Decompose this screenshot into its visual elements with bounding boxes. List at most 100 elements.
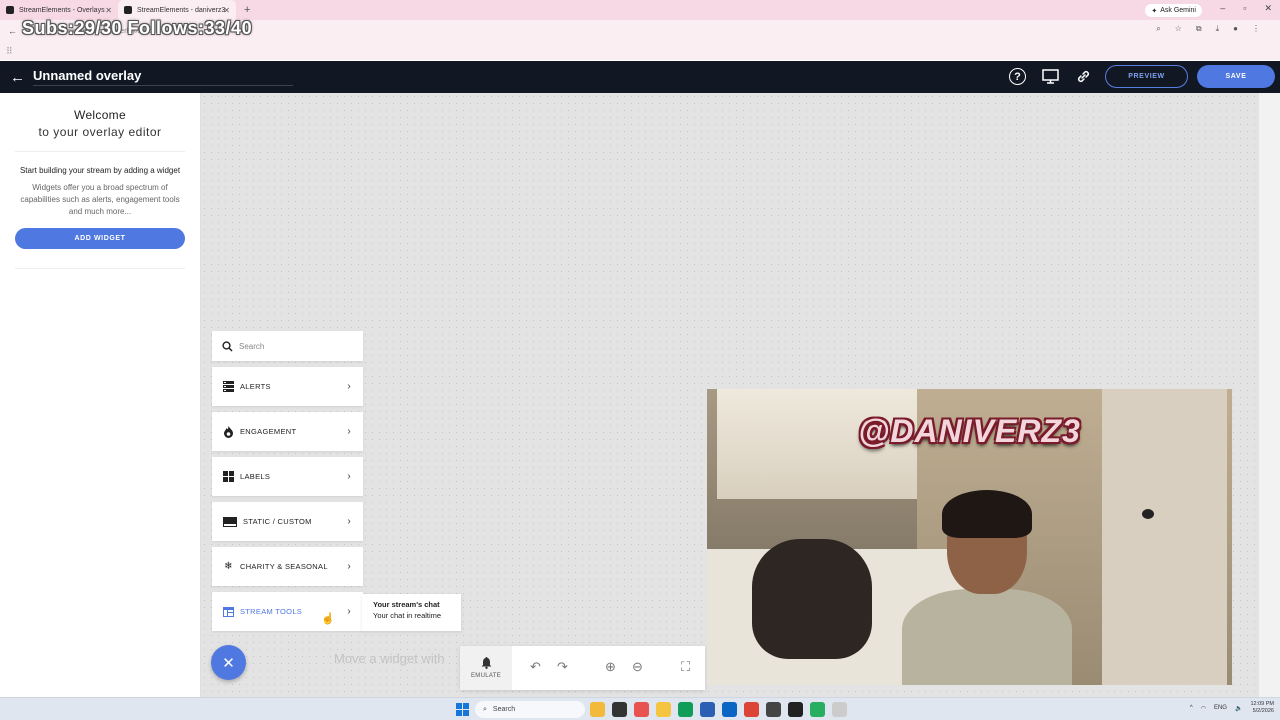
chevron-right-icon: ›: [347, 606, 351, 617]
divider: [15, 268, 185, 269]
zoom-out-icon[interactable]: ⊖: [632, 659, 643, 675]
chevron-right-icon: ›: [347, 561, 351, 572]
hand-cursor-icon: ☝: [321, 613, 335, 625]
redo-icon[interactable]: ↷: [557, 659, 568, 675]
flame-icon: [223, 425, 234, 438]
snowflake-icon: ❄: [224, 561, 233, 572]
tab-title: StreamElements - Overlays: [19, 6, 105, 14]
taskbar-search-label: Search: [492, 706, 516, 713]
profile-icon[interactable]: ●: [1233, 24, 1238, 34]
new-tab-button[interactable]: +: [244, 4, 250, 16]
menu-item-label: ENGAGEMENT: [240, 427, 297, 436]
close-tab-icon[interactable]: ✕: [105, 6, 112, 15]
app-icon[interactable]: [612, 702, 627, 717]
editor-header: ← Unnamed overlay ? PREVIEW SAVE: [0, 61, 1280, 93]
webcam-streamer: [892, 490, 1082, 685]
streamer-name-overlay: @DANIVERZ3: [858, 413, 1081, 449]
app-icon[interactable]: [832, 702, 847, 717]
chevron-right-icon: ›: [347, 381, 351, 392]
stream-tools-icon: [223, 606, 234, 617]
stream-chat-tooltip[interactable]: Your stream's chat Your chat in realtime: [362, 594, 461, 631]
emulate-label: EMULATE: [471, 673, 501, 679]
edge-icon[interactable]: [678, 702, 693, 717]
menu-item-label: LABELS: [240, 472, 271, 481]
apps-grid-icon[interactable]: ⠿: [6, 46, 13, 57]
resolution-monitor-icon[interactable]: [1042, 68, 1059, 85]
windows-start-icon[interactable]: [456, 703, 469, 716]
volume-icon[interactable]: 🔈: [1235, 705, 1242, 712]
menu-item-stream-tools[interactable]: STREAM TOOLS ›: [212, 592, 363, 631]
app-icon[interactable]: [590, 702, 605, 717]
taskbar-search[interactable]: ⌕ Search: [475, 701, 585, 718]
window-controls: – ▫ ✕: [1220, 3, 1272, 14]
static-icon: [223, 516, 237, 527]
language-indicator[interactable]: ENG: [1214, 705, 1227, 711]
help-icon[interactable]: ?: [1009, 68, 1026, 85]
minimize-icon[interactable]: –: [1220, 3, 1225, 14]
welcome-heading: Welcome: [74, 108, 126, 122]
menu-item-label: STREAM TOOLS: [240, 607, 303, 616]
start-building-text: Start building your stream by adding a w…: [19, 166, 181, 175]
browser-tab[interactable]: StreamElements - Overlays ✕: [0, 0, 118, 20]
address-bar-icons: ⌕ ☆ ⧉ ⤓ ● ⋮: [1156, 24, 1260, 34]
system-clock[interactable]: 12:09 PM 5/2/2026: [1250, 701, 1274, 715]
taskbar-apps: [590, 702, 847, 717]
chrome-icon[interactable]: [744, 702, 759, 717]
file-explorer-icon[interactable]: [656, 702, 671, 717]
streamelements-favicon: [124, 6, 132, 14]
back-nav-icon[interactable]: ←: [8, 26, 17, 36]
divider: [15, 151, 185, 152]
tab-title: StreamElements - daniverz3: [137, 6, 226, 14]
system-tray: ^ ◠ ENG 🔈 12:09 PM 5/2/2026: [1190, 701, 1274, 715]
canvas-scrollbar[interactable]: [1259, 93, 1280, 697]
menu-item-engagement[interactable]: ENGAGEMENT ›: [212, 412, 363, 451]
clock-time: 12:09 PM: [1250, 701, 1274, 707]
zoom-icon[interactable]: ⌕: [1156, 24, 1160, 34]
download-icon[interactable]: ⤓: [1216, 24, 1220, 34]
emulate-button[interactable]: EMULATE: [460, 646, 512, 690]
streamer-body: [902, 589, 1072, 685]
ask-gemini-button[interactable]: ✦ Ask Gemini: [1145, 4, 1202, 17]
weather-widget[interactable]: [14, 701, 64, 717]
menu-item-static-custom[interactable]: STATIC / CUSTOM ›: [212, 502, 363, 541]
close-widget-menu-button[interactable]: ✕: [211, 645, 246, 680]
save-button[interactable]: SAVE: [1197, 65, 1275, 88]
browser-tab-active[interactable]: StreamElements - daniverz3 ✕: [118, 0, 236, 20]
left-panel: Welcome to your overlay editor Start bui…: [0, 93, 201, 697]
app-icon[interactable]: [766, 702, 781, 717]
gemini-label: Ask Gemini: [1160, 7, 1196, 14]
bookmark-star-icon[interactable]: ☆: [1175, 24, 1182, 34]
streamer-hair: [942, 490, 1032, 538]
add-widget-button[interactable]: ADD WIDGET: [15, 228, 185, 249]
clock-date: 5/2/2026: [1252, 708, 1274, 714]
bell-icon: [481, 657, 491, 669]
menu-item-charity-seasonal[interactable]: ❄ CHARITY & SEASONAL ›: [212, 547, 363, 586]
outlook-icon[interactable]: [722, 702, 737, 717]
zoom-in-icon[interactable]: ⊕: [605, 659, 616, 675]
menu-item-labels[interactable]: LABELS ›: [212, 457, 363, 496]
app-icon[interactable]: [700, 702, 715, 717]
widget-search-input[interactable]: Search: [212, 331, 363, 361]
tooltip-title: Your stream's chat: [373, 600, 440, 609]
extensions-icon[interactable]: ⧉: [1196, 24, 1202, 34]
overlay-title[interactable]: Unnamed overlay: [33, 68, 293, 86]
app-icon[interactable]: [810, 702, 825, 717]
maximize-icon[interactable]: ▫: [1243, 3, 1246, 14]
app-icon[interactable]: [788, 702, 803, 717]
chevron-right-icon: ›: [347, 471, 351, 482]
bookmarks-bar: ⠿: [0, 42, 1280, 60]
link-icon[interactable]: [1075, 68, 1092, 85]
menu-item-label: CHARITY & SEASONAL: [240, 562, 328, 571]
app-icon[interactable]: [634, 702, 649, 717]
preview-button[interactable]: PREVIEW: [1105, 65, 1188, 88]
close-tab-icon[interactable]: ✕: [223, 6, 230, 15]
menu-item-alerts[interactable]: ALERTS ›: [212, 367, 363, 406]
back-arrow-icon[interactable]: ←: [10, 69, 26, 86]
undo-icon[interactable]: ↶: [530, 659, 541, 675]
menu-dots-icon[interactable]: ⋮: [1252, 24, 1260, 34]
tray-chevron-icon[interactable]: ^: [1190, 705, 1193, 711]
wifi-icon[interactable]: ◠: [1201, 705, 1206, 712]
close-window-icon[interactable]: ✕: [1264, 3, 1272, 14]
alerts-icon: [223, 381, 234, 392]
fullscreen-icon[interactable]: ⛶: [681, 659, 690, 675]
